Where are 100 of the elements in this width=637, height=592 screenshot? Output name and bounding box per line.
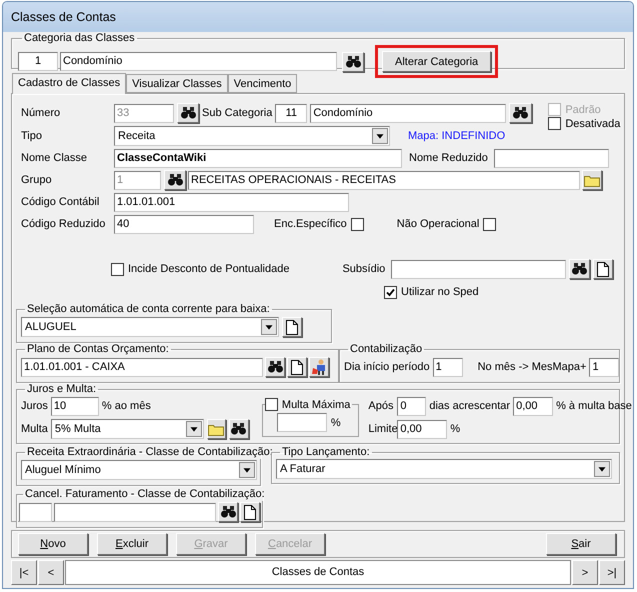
checkbox-label: Desativada bbox=[565, 118, 620, 130]
field-label: Tipo bbox=[21, 130, 43, 142]
dropdown[interactable]: A Faturar bbox=[276, 459, 612, 479]
checkbox-label: Não Operacional bbox=[396, 218, 480, 230]
text-field[interactable] bbox=[276, 413, 327, 432]
checkbox-label: Padrão bbox=[565, 104, 601, 116]
group-label: Seleção automática de conta corrente para baixa: bbox=[26, 303, 271, 316]
icon-button[interactable] bbox=[342, 52, 364, 72]
text-field[interactable] bbox=[19, 502, 52, 522]
tab[interactable]: Vencimento bbox=[228, 74, 298, 93]
next-record-button[interactable]: > bbox=[572, 560, 598, 585]
field-label: Subsídio bbox=[342, 263, 386, 275]
field-label: % bbox=[450, 423, 460, 435]
text-field[interactable]: Condomínio bbox=[310, 104, 506, 122]
checkbox[interactable] bbox=[264, 398, 278, 411]
binoculars-icon bbox=[180, 107, 196, 119]
text-field[interactable] bbox=[494, 148, 609, 168]
icon-button[interactable] bbox=[287, 357, 307, 377]
folder-icon bbox=[584, 174, 600, 186]
binoculars-icon bbox=[346, 56, 360, 68]
binoculars-icon bbox=[572, 263, 588, 275]
field-label: % bbox=[330, 416, 341, 428]
icon-button[interactable] bbox=[309, 357, 329, 377]
icon-button[interactable] bbox=[282, 317, 302, 337]
field-label: % à multa base bbox=[556, 400, 632, 412]
text-field[interactable]: 0 bbox=[397, 396, 426, 416]
checkbox[interactable] bbox=[384, 286, 397, 298]
icon-button[interactable] bbox=[265, 357, 285, 377]
document-icon bbox=[597, 262, 610, 276]
field-label: Nome Reduzido bbox=[409, 152, 488, 164]
command-button[interactable]: Novo bbox=[18, 533, 88, 555]
group-label: Receita Extraordinária - Classe de Contabilização: bbox=[26, 446, 274, 459]
field-label: No mês -> MesMapa+ bbox=[478, 361, 586, 373]
field-label: Multa bbox=[21, 423, 48, 435]
field-label: Juros bbox=[21, 400, 48, 412]
checkbox-label: Incide Desconto de Pontualidade bbox=[128, 263, 290, 275]
text-field[interactable]: 11 bbox=[275, 104, 308, 122]
text-field[interactable]: 1.01.01.001 - CAIXA bbox=[21, 358, 263, 376]
field-label: Sub Categoria bbox=[202, 107, 272, 119]
document-icon bbox=[244, 504, 256, 520]
checkbox[interactable] bbox=[350, 218, 364, 230]
icon-button[interactable] bbox=[177, 103, 199, 123]
icon-button[interactable] bbox=[593, 259, 614, 279]
checkbox-label: Utilizar no Sped bbox=[401, 286, 479, 298]
binoculars-icon bbox=[168, 174, 182, 186]
text-field[interactable]: 0,00 bbox=[397, 420, 448, 438]
text-field[interactable]: 0,00 bbox=[513, 396, 554, 416]
folder-icon bbox=[208, 422, 224, 436]
text-field[interactable]: 10 bbox=[50, 396, 99, 416]
icon-button[interactable] bbox=[218, 502, 238, 522]
last-record-button[interactable]: >| bbox=[599, 560, 625, 585]
text-field[interactable]: 1 bbox=[18, 52, 58, 71]
alter-category-button[interactable]: Alterar Categoria bbox=[382, 51, 492, 72]
text-field[interactable]: RECEITAS OPERACIONAIS - RECEITAS bbox=[188, 170, 580, 190]
text-field[interactable] bbox=[54, 502, 216, 522]
previous-record-button[interactable]: < bbox=[38, 560, 64, 585]
field-label: Após bbox=[368, 400, 394, 412]
dropdown[interactable]: ALUGUEL bbox=[21, 317, 279, 337]
document-icon bbox=[286, 320, 298, 334]
figure-icon bbox=[311, 359, 327, 375]
group-label: Tipo Lançamento: bbox=[281, 446, 371, 459]
icon-button[interactable] bbox=[240, 502, 260, 522]
text-field[interactable]: 1 bbox=[432, 358, 463, 376]
text-field[interactable]: Condomínio bbox=[60, 52, 337, 71]
tab[interactable]: Visualizar Classes bbox=[126, 74, 228, 93]
document-icon bbox=[291, 360, 303, 374]
text-field[interactable]: ClasseContaWiki bbox=[114, 148, 402, 168]
group-label: Contabilização bbox=[349, 343, 424, 356]
binoculars-icon bbox=[220, 506, 236, 518]
command-button[interactable]: Sair bbox=[546, 533, 616, 555]
checkbox-label: Enc.Específico bbox=[274, 218, 347, 230]
field-label: Nome Classe bbox=[21, 152, 88, 164]
first-record-button[interactable]: |< bbox=[11, 560, 37, 585]
icon-button[interactable] bbox=[164, 170, 186, 190]
text-field[interactable]: 40 bbox=[114, 214, 254, 234]
dropdown[interactable]: Receita bbox=[114, 126, 390, 146]
field-label: Grupo bbox=[21, 174, 53, 186]
field-label: dias acrescentar bbox=[429, 400, 510, 412]
checkbox[interactable] bbox=[548, 117, 562, 130]
field-label: Limite bbox=[368, 423, 394, 435]
binoculars-icon bbox=[231, 423, 246, 435]
checkbox[interactable] bbox=[483, 218, 496, 230]
text-field[interactable]: 1 bbox=[589, 358, 620, 376]
dropdown[interactable]: 5% Multa bbox=[50, 419, 204, 439]
icon-button[interactable] bbox=[509, 103, 532, 123]
checkbox[interactable] bbox=[111, 262, 124, 276]
group-label: Categoria das Classes bbox=[23, 32, 136, 45]
binoculars-icon bbox=[268, 361, 282, 373]
field-label: Dia início período bbox=[344, 361, 430, 373]
icon-button[interactable] bbox=[228, 419, 249, 439]
icon-button[interactable] bbox=[569, 259, 590, 279]
text-field[interactable]: 1.01.01.001 bbox=[114, 192, 349, 212]
tab[interactable]: Cadastro de Classes bbox=[12, 73, 126, 94]
group-label: Plano de Contas Orçamento: bbox=[26, 343, 170, 356]
command-button[interactable]: Excluir bbox=[97, 533, 167, 555]
text-field[interactable] bbox=[391, 260, 566, 278]
navigator-caption: Classes de Contas bbox=[65, 560, 571, 585]
field-label: Número bbox=[21, 107, 62, 119]
group-label: Juros e Multa: bbox=[26, 383, 98, 396]
dropdown[interactable]: Aluguel Mínimo bbox=[21, 460, 257, 480]
